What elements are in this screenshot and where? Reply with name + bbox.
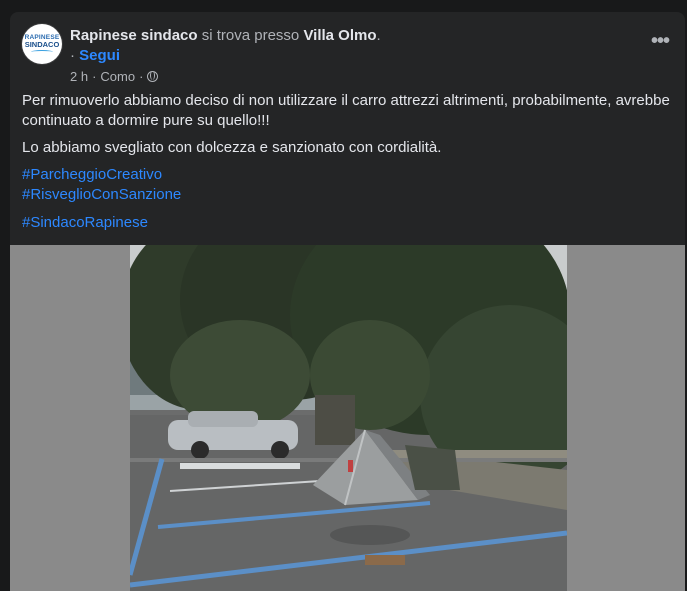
meta-separator-1: ·: [92, 69, 97, 84]
avatar[interactable]: RAPINESE SINDACO: [22, 24, 62, 64]
meta-separator-2: ·: [139, 69, 144, 84]
post-title: Rapinese sindaco si trova presso Villa O…: [70, 26, 381, 46]
parking-tent-image: [130, 245, 567, 591]
author-name[interactable]: Rapinese sindaco: [70, 27, 198, 44]
post-meta: 2 h · Como ·: [70, 69, 159, 84]
follow-button[interactable]: Segui: [79, 47, 120, 64]
post-media[interactable]: [10, 245, 685, 591]
hashtag-sindacorapinese[interactable]: #SindacoRapinese: [22, 213, 673, 233]
post-place: Como: [100, 69, 136, 84]
post-time[interactable]: 2 h: [70, 69, 88, 84]
more-options-icon[interactable]: •••: [651, 30, 670, 53]
post-paragraph-2: Lo abbiamo svegliato con dolcezza e sanz…: [22, 139, 442, 156]
avatar-text-line2: SINDACO: [24, 40, 60, 49]
hashtag-parcheggiocreativo[interactable]: #ParcheggioCreativo: [22, 165, 673, 185]
post-photo[interactable]: [130, 245, 567, 591]
hashtag-risvegliconsanzione[interactable]: #RisveglioConSanzione: [22, 185, 673, 205]
globe-icon[interactable]: [147, 71, 159, 82]
at-text: si trova presso: [201, 27, 300, 44]
title-period: .: [376, 27, 381, 44]
post-card: RAPINESE SINDACO Rapinese sindaco si tro…: [10, 12, 685, 591]
follow-line: · Segui: [70, 46, 120, 66]
post-text: Per rimuoverlo abbiamo deciso di non uti…: [22, 91, 673, 233]
location-link[interactable]: Villa Olmo: [303, 27, 376, 44]
follow-separator: ·: [70, 47, 75, 64]
post-paragraph-1: Per rimuoverlo abbiamo deciso di non uti…: [22, 92, 670, 129]
post-header: RAPINESE SINDACO Rapinese sindaco si tro…: [22, 24, 673, 84]
avatar-wave-icon: [31, 50, 53, 54]
